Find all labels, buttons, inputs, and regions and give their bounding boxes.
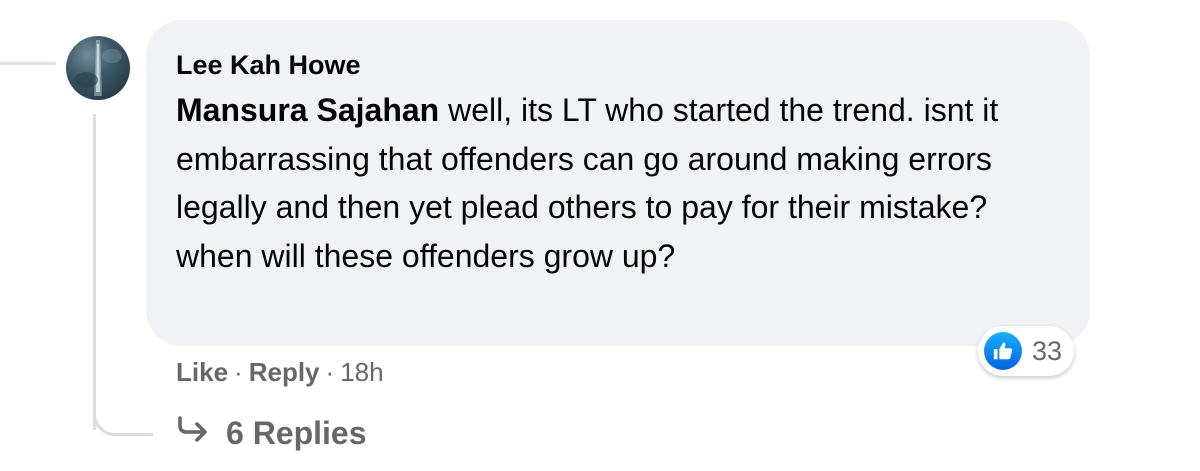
- separator-dot: ·: [325, 357, 335, 387]
- comment-actions: Like · Reply · 18h: [176, 354, 384, 390]
- like-button[interactable]: Like: [176, 354, 228, 390]
- comment-author[interactable]: Lee Kah Howe: [176, 48, 361, 82]
- separator-dot: ·: [234, 357, 243, 387]
- reaction-summary[interactable]: 33: [978, 326, 1075, 376]
- view-replies-button[interactable]: 6 Replies: [176, 414, 367, 452]
- comment-text: Mansura Sajahan well, its LT who started…: [176, 86, 1056, 280]
- comment-timestamp[interactable]: 18h: [340, 354, 383, 390]
- reply-button[interactable]: Reply: [249, 354, 320, 390]
- reply-arrow-icon: [176, 414, 212, 452]
- thread-line-vertical: [93, 114, 96, 430]
- thread-line-curve: [93, 400, 153, 436]
- mention-link[interactable]: Mansura Sajahan: [176, 92, 439, 128]
- like-icon: [984, 332, 1022, 370]
- avatar[interactable]: [66, 36, 130, 100]
- thread-line-top: [0, 62, 56, 65]
- reaction-count: 33: [1032, 335, 1063, 366]
- replies-label: 6 Replies: [226, 414, 367, 451]
